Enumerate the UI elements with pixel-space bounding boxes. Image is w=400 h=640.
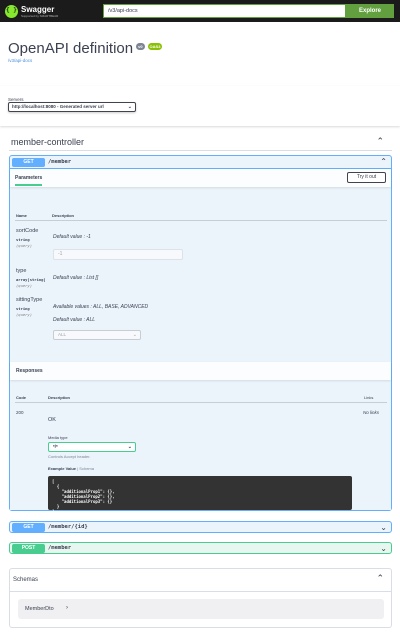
media-type-note: Controls Accept header. [48, 454, 91, 459]
param-default: Default value : -1 [53, 234, 91, 240]
tag-name: member-controller [11, 137, 85, 147]
operation-path: /member/{id} [48, 524, 88, 530]
chevron-down-icon[interactable]: ⌄ [380, 544, 387, 553]
spec-url-input[interactable]: /v3/api-docs [103, 4, 346, 18]
try-it-out-button[interactable]: Try it out [347, 172, 386, 183]
chevron-down-icon: ⌄ [132, 332, 137, 338]
sittingtype-select[interactable]: ALL ⌄ [53, 330, 141, 340]
method-badge: POST [12, 543, 45, 553]
method-badge: GET [12, 157, 45, 167]
model-memberdto[interactable]: MemberDto › [18, 599, 384, 619]
responses-header: Responses [10, 362, 391, 380]
model-name: MemberDto [25, 606, 54, 612]
divider [10, 591, 391, 592]
logo-subtitle: Supported by SMARTBEAR [21, 13, 59, 18]
chevron-down-icon[interactable]: ⌄ [380, 523, 387, 532]
operation-summary[interactable]: GET /member ⌃ [10, 156, 391, 168]
param-default: Default value : ALL [53, 317, 96, 323]
operation-path: /member [48, 159, 72, 165]
column-header-name: Name [16, 213, 27, 218]
method-badge: GET [12, 522, 45, 532]
explore-button[interactable]: Explore [346, 4, 394, 18]
param-available-values: Available values : ALL, BASE, ADVANCED [53, 304, 149, 310]
chevron-down-icon: ⌄ [127, 104, 132, 110]
spec-link[interactable]: /v3/api-docs [8, 58, 32, 63]
divider [15, 220, 387, 221]
swagger-logo[interactable]: Swagger Supported by SMARTBEAR [5, 3, 58, 19]
example-tabs: Example Value | Schema [48, 466, 94, 471]
responses-title: Responses [16, 368, 43, 374]
param-name: sittingType [16, 297, 43, 303]
sortcode-input[interactable]: -1 [53, 249, 183, 260]
media-type-label: Media type [48, 435, 68, 440]
param-location: (query) [16, 283, 33, 288]
schemas-title[interactable]: Schemas [13, 577, 38, 583]
tag-header[interactable]: member-controller ⌃ [9, 134, 392, 151]
param-type: array[string] [16, 277, 46, 282]
tab-example-value[interactable]: Example Value [48, 466, 76, 471]
chevron-up-icon[interactable]: ⌃ [376, 573, 384, 584]
chevron-up-icon[interactable]: ⌃ [380, 157, 387, 166]
column-header-links: Links [364, 395, 374, 400]
param-location: (query) [16, 243, 33, 248]
response-description: OK [48, 417, 56, 423]
response-code: 200 [16, 410, 24, 415]
operation-body: Parameters Try it out Name Description s… [10, 168, 391, 514]
tab-schema[interactable]: Schema [79, 466, 94, 471]
logo-name: Swagger [21, 4, 55, 14]
info-title-row: OpenAPI definition v0 OAS3 [8, 40, 163, 57]
schemas-section: Schemas ⌃ MemberDto › [9, 568, 392, 628]
swagger-logo-icon [5, 4, 18, 18]
servers-select[interactable]: http://localhost:8080 - Generated server… [8, 102, 136, 112]
chevron-right-icon[interactable]: › [66, 605, 68, 611]
operation-summary[interactable]: GET /member/{id} ⌄ [10, 522, 391, 532]
operation-get-member-id: GET /member/{id} ⌄ [9, 521, 392, 533]
parameters-header: Parameters Try it out [10, 169, 391, 187]
media-type-value: */* [53, 444, 58, 449]
divider [15, 402, 387, 403]
param-name: type [16, 268, 27, 274]
param-type: string [16, 237, 30, 242]
operation-post-member: POST /member ⌄ [9, 542, 392, 554]
servers-selected-value: http://localhost:8080 - Generated server… [12, 104, 104, 109]
oas-badge: OAS3 [147, 43, 163, 50]
example-code-block: [ { "additionalProp1": {}, "additionalPr… [48, 476, 352, 514]
tab-parameters[interactable]: Parameters [15, 175, 43, 186]
param-location: (query) [16, 312, 33, 317]
column-header-description: Description [48, 395, 71, 400]
operation-summary[interactable]: POST /member ⌄ [10, 543, 391, 553]
param-name: sortCode [16, 228, 39, 234]
version-badge: v0 [136, 43, 145, 50]
response-links: No links [363, 410, 380, 415]
param-default: Default value : List [] [53, 275, 99, 281]
operation-path: /member [48, 545, 72, 551]
page-title: OpenAPI definition [8, 40, 134, 57]
media-type-select[interactable]: */* ⌄ [48, 442, 136, 452]
column-header-code: Code [16, 395, 26, 400]
chevron-down-icon: ⌄ [127, 444, 132, 450]
sittingtype-selected-value: ALL [58, 332, 67, 337]
chevron-up-icon[interactable]: ⌃ [376, 136, 384, 147]
column-header-description: Description [52, 213, 75, 218]
topbar: Swagger Supported by SMARTBEAR /v3/api-d… [0, 0, 400, 22]
param-type: string [16, 306, 30, 311]
operation-get-member: GET /member ⌃ Parameters Try it out Name… [9, 155, 392, 514]
